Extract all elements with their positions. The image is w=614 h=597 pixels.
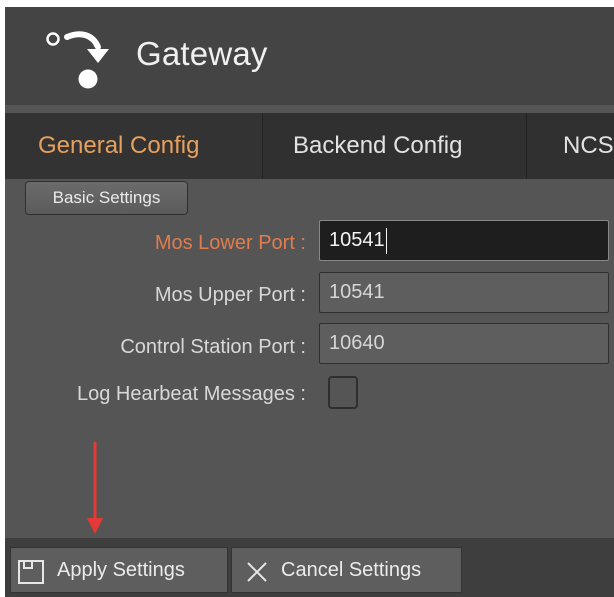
- mos-lower-port-value: 10541: [329, 229, 385, 251]
- control-station-port-label: Control Station Port :: [120, 336, 306, 358]
- gateway-logo-icon: [46, 31, 109, 89]
- close-icon: [247, 562, 267, 582]
- tab-general-config[interactable]: General Config: [5, 113, 263, 179]
- cancel-settings-label: Cancel Settings: [281, 559, 422, 581]
- app-title: Gateway: [136, 35, 268, 72]
- save-icon: [18, 560, 44, 584]
- control-station-port-input[interactable]: 10640: [319, 323, 609, 364]
- basic-settings-section-button[interactable]: Basic Settings: [25, 181, 188, 215]
- annotation-arrow-icon: [87, 442, 103, 534]
- footer-bar: Apply Settings Cancel Settings: [5, 538, 614, 597]
- apply-settings-label: Apply Settings: [57, 559, 185, 581]
- mos-upper-port-label: Mos Upper Port :: [154, 284, 306, 306]
- text-caret: [385, 227, 387, 254]
- gateway-window: Gateway General Config Backend Config NC…: [5, 7, 614, 597]
- tab-backend-config[interactable]: Backend Config: [263, 113, 527, 179]
- mos-lower-port-input[interactable]: 10541: [319, 220, 609, 261]
- tab-bar: General Config Backend Config NCS: [5, 113, 614, 179]
- mos-upper-port-input[interactable]: 10541: [319, 272, 609, 313]
- tab-ncs[interactable]: NCS: [527, 113, 614, 179]
- mos-lower-port-label: Mos Lower Port :: [154, 232, 306, 254]
- log-heartbeat-label: Log Hearbeat Messages :: [76, 383, 306, 405]
- log-heartbeat-checkbox[interactable]: [328, 376, 358, 409]
- title-bar: Gateway: [5, 7, 614, 105]
- apply-settings-button[interactable]: Apply Settings: [10, 547, 228, 593]
- cancel-settings-button[interactable]: Cancel Settings: [231, 547, 462, 593]
